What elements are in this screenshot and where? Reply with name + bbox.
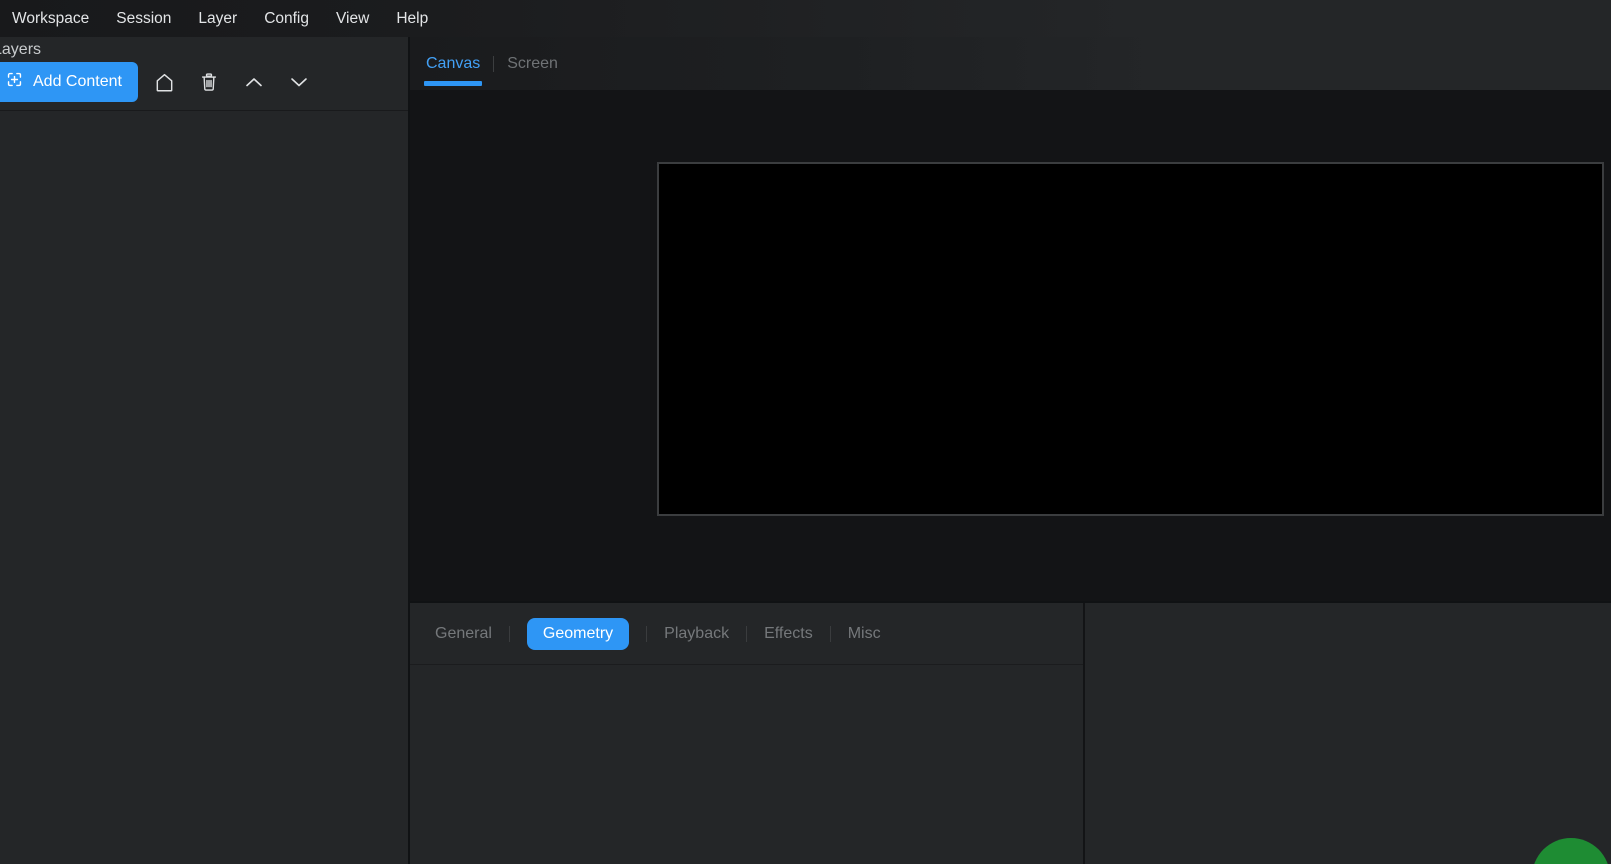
properties-panel: General Geometry Playback Effects Misc bbox=[410, 603, 1085, 864]
home-icon bbox=[153, 71, 176, 94]
layers-list[interactable] bbox=[0, 111, 408, 864]
layers-toolbar: Add Content bbox=[0, 61, 312, 103]
tab-separator bbox=[746, 626, 747, 642]
menu-bar: Workspace Session Layer Config View Help bbox=[0, 0, 1611, 37]
delete-layer-button[interactable] bbox=[196, 69, 222, 95]
chevron-down-icon bbox=[287, 70, 311, 94]
viewer-tab-bar: Canvas Screen bbox=[410, 37, 1611, 90]
home-button[interactable] bbox=[151, 69, 177, 95]
add-to-frame-icon bbox=[5, 70, 24, 94]
screen-output-rectangle[interactable] bbox=[657, 162, 1604, 516]
properties-tab-bar: General Geometry Playback Effects Misc bbox=[410, 603, 1083, 665]
tab-screen[interactable]: Screen bbox=[506, 37, 559, 90]
green-action-button[interactable] bbox=[1532, 838, 1610, 864]
move-layer-up-button[interactable] bbox=[241, 69, 267, 95]
tab-separator bbox=[646, 626, 647, 642]
tab-canvas[interactable]: Canvas bbox=[425, 37, 481, 90]
tab-effects[interactable]: Effects bbox=[764, 625, 813, 643]
add-content-label: Add Content bbox=[33, 73, 122, 91]
application-window: Workspace Session Layer Config View Help… bbox=[0, 0, 1611, 864]
menu-help[interactable]: Help bbox=[396, 10, 428, 28]
chevron-up-icon bbox=[242, 70, 266, 94]
properties-body bbox=[410, 665, 1083, 864]
layers-panel: Layers Add Content bbox=[0, 37, 410, 864]
menu-view[interactable]: View bbox=[336, 10, 369, 28]
canvas-viewport[interactable] bbox=[410, 90, 1611, 601]
menu-workspace[interactable]: Workspace bbox=[12, 10, 89, 28]
menu-session[interactable]: Session bbox=[116, 10, 171, 28]
move-layer-down-button[interactable] bbox=[286, 69, 312, 95]
menu-config[interactable]: Config bbox=[264, 10, 309, 28]
tab-misc[interactable]: Misc bbox=[848, 625, 881, 643]
menu-layer[interactable]: Layer bbox=[198, 10, 237, 28]
tab-general[interactable]: General bbox=[435, 625, 492, 643]
tab-geometry[interactable]: Geometry bbox=[527, 618, 629, 650]
viewer-panel: Canvas Screen bbox=[410, 37, 1611, 603]
tab-separator bbox=[493, 56, 494, 72]
trash-icon bbox=[198, 71, 220, 93]
layers-panel-title: Layers bbox=[0, 41, 408, 59]
add-content-button[interactable]: Add Content bbox=[0, 62, 138, 102]
tab-separator bbox=[830, 626, 831, 642]
secondary-panel bbox=[1085, 603, 1611, 864]
tab-playback[interactable]: Playback bbox=[664, 625, 729, 643]
tab-separator bbox=[509, 626, 510, 642]
